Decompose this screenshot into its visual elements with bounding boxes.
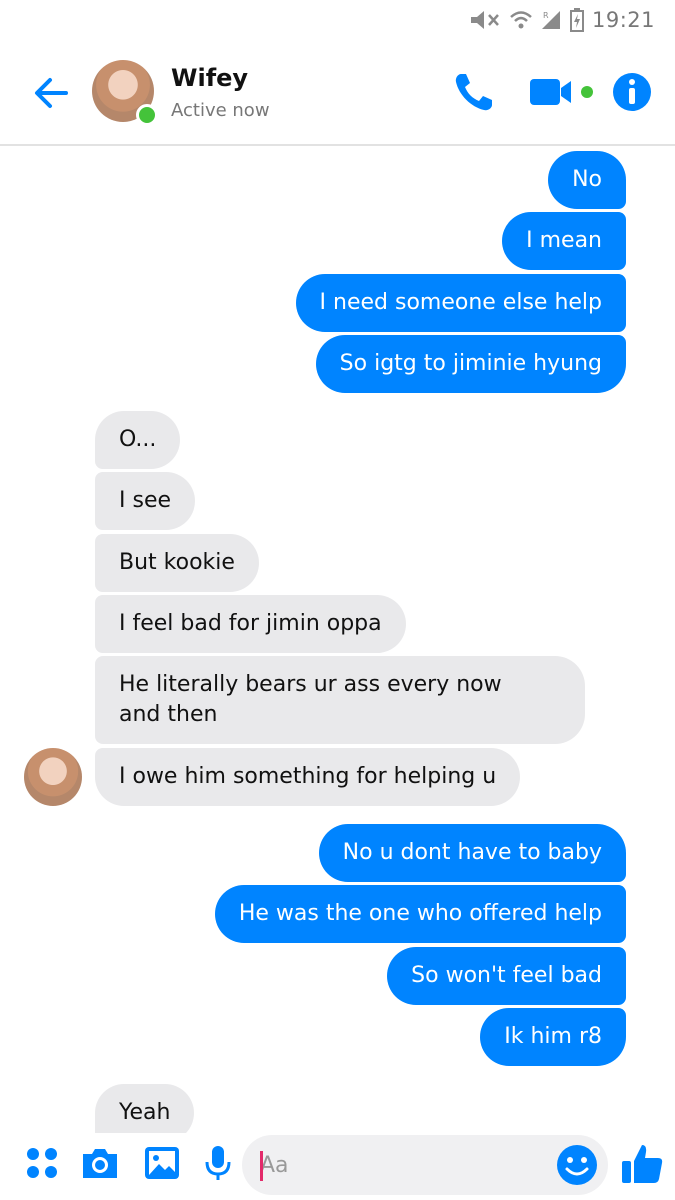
message-input[interactable] bbox=[242, 1135, 608, 1195]
contact-status: Active now bbox=[171, 100, 270, 121]
emoji-button[interactable] bbox=[556, 1144, 598, 1186]
message-bubble-incoming[interactable]: He literally bears ur ass every now and … bbox=[95, 656, 585, 744]
message-thread[interactable]: No I mean I need someone else help So ig… bbox=[0, 148, 675, 1133]
sender-avatar bbox=[24, 748, 82, 806]
video-call-button[interactable] bbox=[528, 70, 598, 114]
apps-button[interactable] bbox=[22, 1143, 62, 1183]
message-bubble-incoming[interactable]: But kookie bbox=[95, 534, 259, 592]
signal-icon: R bbox=[541, 11, 560, 29]
voice-button[interactable] bbox=[198, 1143, 238, 1183]
message-bubble-outgoing[interactable]: He was the one who offered help bbox=[214, 885, 626, 943]
contact-name[interactable]: Wifey bbox=[171, 64, 248, 92]
svg-text:R: R bbox=[543, 11, 549, 20]
text-cursor bbox=[260, 1151, 263, 1181]
message-line: He literally bears ur ass every now bbox=[119, 672, 502, 697]
back-button[interactable] bbox=[30, 72, 72, 114]
battery-icon bbox=[569, 8, 584, 32]
message-bubble-incoming[interactable]: I see bbox=[95, 472, 196, 530]
mute-icon bbox=[470, 11, 499, 29]
contact-avatar[interactable] bbox=[92, 60, 158, 126]
arrow-left-icon bbox=[35, 78, 68, 108]
gallery-button[interactable] bbox=[142, 1143, 182, 1183]
info-icon bbox=[613, 73, 651, 111]
phone-icon bbox=[455, 74, 492, 111]
message-bubble-outgoing[interactable]: I mean bbox=[502, 212, 626, 270]
conversation-header: Wifey Active now bbox=[0, 40, 675, 146]
message-bubble-incoming[interactable]: O... bbox=[95, 411, 181, 469]
thumbs-up-icon bbox=[622, 1145, 663, 1183]
camera-icon bbox=[83, 1149, 117, 1178]
like-button[interactable] bbox=[620, 1141, 666, 1187]
wifi-icon bbox=[510, 11, 532, 29]
status-time: 19:21 bbox=[591, 8, 655, 32]
active-status-dot bbox=[136, 104, 158, 126]
message-bubble-outgoing[interactable]: Ik him r8 bbox=[480, 1008, 626, 1066]
image-icon bbox=[145, 1147, 179, 1179]
smiley-icon bbox=[557, 1145, 597, 1185]
message-bubble-incoming[interactable]: Yeah bbox=[95, 1084, 195, 1133]
four-dots-icon bbox=[27, 1148, 57, 1178]
message-bubble-outgoing[interactable]: No u dont have to baby bbox=[318, 824, 626, 882]
camera-button[interactable] bbox=[80, 1143, 120, 1183]
video-camera-icon bbox=[530, 79, 593, 105]
message-line: and then bbox=[119, 702, 218, 727]
message-bubble-outgoing[interactable]: I need someone else help bbox=[295, 274, 626, 332]
call-button[interactable] bbox=[452, 70, 496, 114]
message-bubble-outgoing[interactable]: So igtg to jiminie hyung bbox=[315, 335, 626, 393]
message-bubble-outgoing[interactable]: So won't feel bad bbox=[387, 947, 626, 1005]
status-icons: R 19:21 bbox=[468, 6, 655, 34]
message-bubble-incoming[interactable]: I feel bad for jimin oppa bbox=[95, 595, 406, 653]
message-composer bbox=[0, 1133, 675, 1200]
microphone-icon bbox=[205, 1146, 231, 1180]
status-bar: R 19:21 bbox=[0, 0, 675, 40]
info-button[interactable] bbox=[612, 72, 652, 112]
message-bubble-incoming[interactable]: I owe him something for helping u bbox=[95, 748, 521, 806]
message-bubble-outgoing[interactable]: No bbox=[548, 151, 626, 209]
